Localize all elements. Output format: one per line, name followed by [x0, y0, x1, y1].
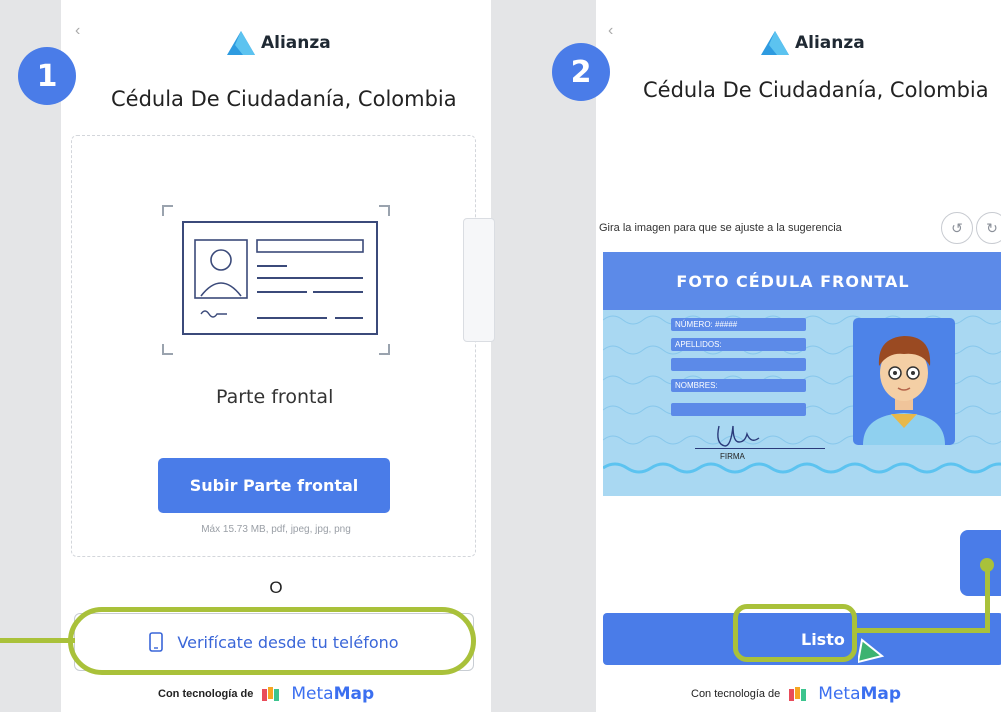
page-title: Cédula De Ciudadanía, Colombia [643, 78, 989, 102]
pointer-dot [980, 558, 994, 572]
alianza-logo-icon [227, 31, 255, 55]
card-header: FOTO CÉDULA FRONTAL [603, 252, 1001, 310]
pointer-line-horizontal [852, 628, 990, 633]
back-icon[interactable]: ‹ [75, 22, 80, 40]
back-icon[interactable]: ‹ [608, 22, 613, 40]
metamap-brand: MetaMap [291, 684, 375, 704]
alianza-logo-icon [761, 31, 789, 55]
person-avatar-icon [863, 336, 945, 445]
back-side-preview [463, 218, 495, 342]
rotate-hint: Gira la imagen para que se ajuste a la s… [599, 222, 842, 234]
rotate-left-icon: ↺ [951, 219, 963, 236]
metamap-logo-icon [789, 687, 807, 701]
powered-by-footer: Con tecnología de MetaMap [691, 684, 901, 704]
step-badge-1: 1 [18, 47, 76, 105]
powered-by-footer: Con tecnología de MetaMap [158, 684, 374, 704]
highlight-rect [733, 604, 857, 662]
metamap-brand: MetaMap [818, 684, 902, 704]
card-field-blank [671, 403, 806, 416]
document-side-label: Parte frontal [216, 386, 334, 408]
file-hint: Máx 15.73 MB, pdf, jpeg, jpg, png [201, 524, 351, 535]
highlight-oval [68, 607, 476, 675]
alianza-logo-text: Alianza [795, 33, 865, 53]
or-separator: O [269, 578, 283, 597]
alianza-logo: Alianza [761, 31, 865, 55]
rotate-right-icon: ↻ [986, 219, 998, 236]
id-card-preview: FOTO CÉDULA FRONTAL NÚMERO: ##### APELLI… [603, 252, 1001, 496]
id-card-illustration-icon [162, 205, 390, 355]
rotate-right-button[interactable]: ↻ [976, 212, 1001, 244]
step1-panel: ‹ Alianza Cédula De Ciudadanía, Colombia… [61, 0, 491, 712]
card-field-surnames: APELLIDOS: [671, 338, 806, 351]
metamap-logo-icon [262, 687, 280, 701]
signature-label: FIRMA [720, 452, 745, 461]
page-title: Cédula De Ciudadanía, Colombia [111, 87, 457, 111]
rotate-left-button[interactable]: ↺ [941, 212, 973, 244]
powered-by-label: Con tecnología de [691, 688, 781, 700]
upload-front-button[interactable]: Subir Parte frontal [158, 458, 390, 513]
step-badge-2: 2 [552, 43, 610, 101]
alianza-logo: Alianza [227, 31, 331, 55]
signature-line [695, 448, 825, 449]
pointer-line-vertical [985, 566, 990, 633]
card-field-number: NÚMERO: ##### [671, 318, 806, 331]
powered-by-label: Con tecnología de [158, 688, 254, 700]
card-field-names: NOMBRES: [671, 379, 806, 392]
alianza-logo-text: Alianza [261, 33, 331, 53]
pointer-line-left [0, 638, 75, 643]
card-field-blank [671, 358, 806, 371]
pointer-arrow-icon [858, 638, 885, 664]
card-photo [853, 318, 955, 445]
